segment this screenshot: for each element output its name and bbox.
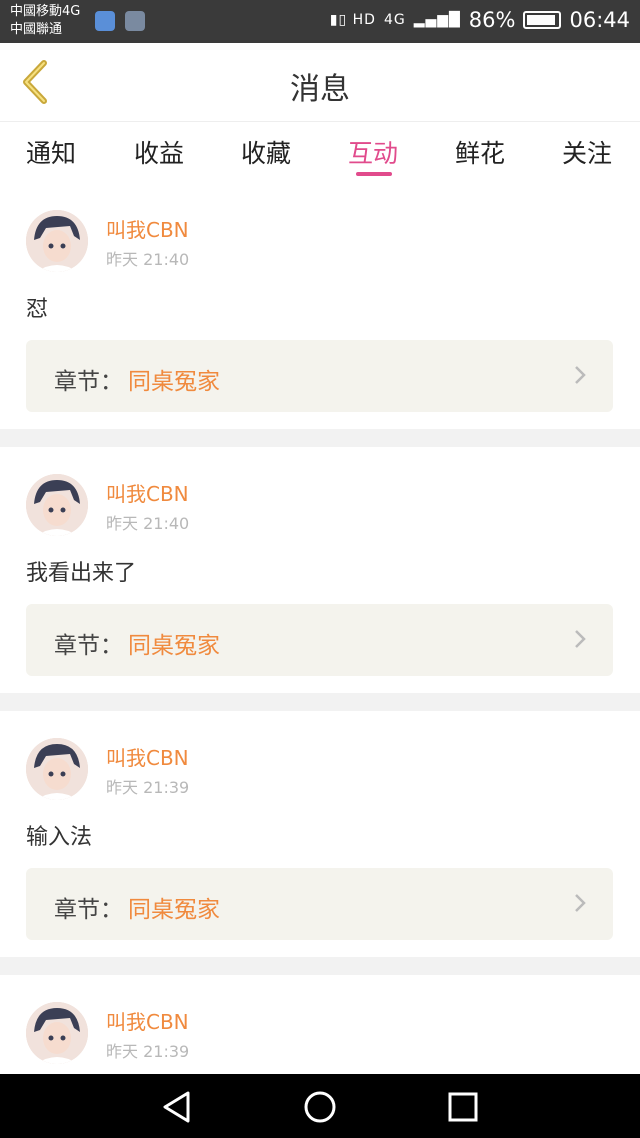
carrier-1: 中國移動4G bbox=[10, 4, 81, 19]
chapter-link[interactable]: 章节： 同桌冤家 bbox=[26, 604, 613, 676]
avatar[interactable] bbox=[26, 738, 88, 800]
chapter-name: 同桌冤家 bbox=[128, 369, 220, 395]
message-text: 输入法 bbox=[26, 825, 93, 850]
username[interactable]: 叫我CBN bbox=[106, 214, 189, 243]
username[interactable]: 叫我CBN bbox=[106, 1006, 189, 1035]
chevron-right-icon bbox=[575, 366, 586, 384]
tab-flowers[interactable]: 鲜花 bbox=[455, 134, 505, 170]
battery-percent: 86% bbox=[468, 8, 516, 32]
active-tab-indicator bbox=[356, 172, 392, 176]
gallery-notification-icon bbox=[125, 11, 145, 31]
timestamp: 昨天 21:40 bbox=[106, 514, 190, 533]
tab-favorites[interactable]: 收藏 bbox=[241, 134, 291, 170]
username[interactable]: 叫我CBN bbox=[106, 742, 189, 771]
chevron-right-icon bbox=[575, 894, 586, 912]
page-title: 消息 bbox=[290, 72, 350, 107]
tab-notice[interactable]: 通知 bbox=[26, 134, 76, 170]
tab-bar: 通知 收益 收藏 互动 鲜花 关注 bbox=[0, 121, 640, 183]
system-nav-bar bbox=[0, 1074, 640, 1138]
tab-interaction[interactable]: 互动 bbox=[348, 134, 398, 170]
message-card: 叫我CBN 昨天 21:39 bbox=[0, 975, 640, 1074]
clock: 06:44 bbox=[569, 8, 630, 32]
username[interactable]: 叫我CBN bbox=[106, 478, 189, 507]
chevron-right-icon bbox=[575, 630, 586, 648]
message-card: 叫我CBN 昨天 21:39 输入法 章节： 同桌冤家 bbox=[0, 711, 640, 957]
avatar[interactable] bbox=[26, 474, 88, 536]
status-bar: 中國移動4G 中國聯通 ▮▯ HD 4G ▂▄▆█ 86% 06:44 bbox=[0, 0, 640, 43]
chapter-label: 章节： bbox=[54, 633, 123, 659]
carrier-2: 中國聯通 bbox=[10, 22, 63, 37]
divider bbox=[0, 957, 640, 975]
timestamp: 昨天 21:40 bbox=[106, 250, 190, 269]
chapter-name: 同桌冤家 bbox=[128, 633, 220, 659]
chapter-link[interactable]: 章节： 同桌冤家 bbox=[26, 868, 613, 940]
signal-icon: ▮▯ HD bbox=[329, 12, 376, 28]
tab-earnings[interactable]: 收益 bbox=[134, 134, 184, 170]
chapter-label: 章节： bbox=[54, 897, 123, 923]
timestamp: 昨天 21:39 bbox=[106, 778, 190, 797]
nav-home-icon[interactable] bbox=[303, 1090, 337, 1124]
tab-follows[interactable]: 关注 bbox=[562, 134, 612, 170]
chapter-name: 同桌冤家 bbox=[128, 897, 220, 923]
signal-bars-icon: ▂▄▆█ bbox=[413, 12, 461, 28]
timestamp: 昨天 21:39 bbox=[106, 1042, 190, 1061]
message-text: 怼 bbox=[26, 297, 49, 322]
nav-back-icon[interactable] bbox=[160, 1090, 194, 1124]
carrier-info: 中國移動4G 中國聯通 bbox=[10, 3, 80, 39]
divider bbox=[0, 429, 640, 447]
chapter-link[interactable]: 章节： 同桌冤家 bbox=[26, 340, 613, 412]
network-4g-icon: 4G bbox=[383, 12, 406, 28]
avatar[interactable] bbox=[26, 210, 88, 272]
nav-recents-icon[interactable] bbox=[446, 1090, 480, 1124]
message-card: 叫我CBN 昨天 21:40 怼 章节： 同桌冤家 bbox=[0, 183, 640, 429]
chapter-label: 章节： bbox=[54, 369, 123, 395]
battery-icon bbox=[523, 11, 562, 29]
message-text: 我看出来了 bbox=[26, 561, 137, 586]
app-notification-icon bbox=[95, 11, 115, 31]
avatar[interactable] bbox=[26, 1002, 88, 1064]
divider bbox=[0, 693, 640, 711]
header: 消息 bbox=[0, 43, 640, 121]
message-card: 叫我CBN 昨天 21:40 我看出来了 章节： 同桌冤家 bbox=[0, 447, 640, 693]
